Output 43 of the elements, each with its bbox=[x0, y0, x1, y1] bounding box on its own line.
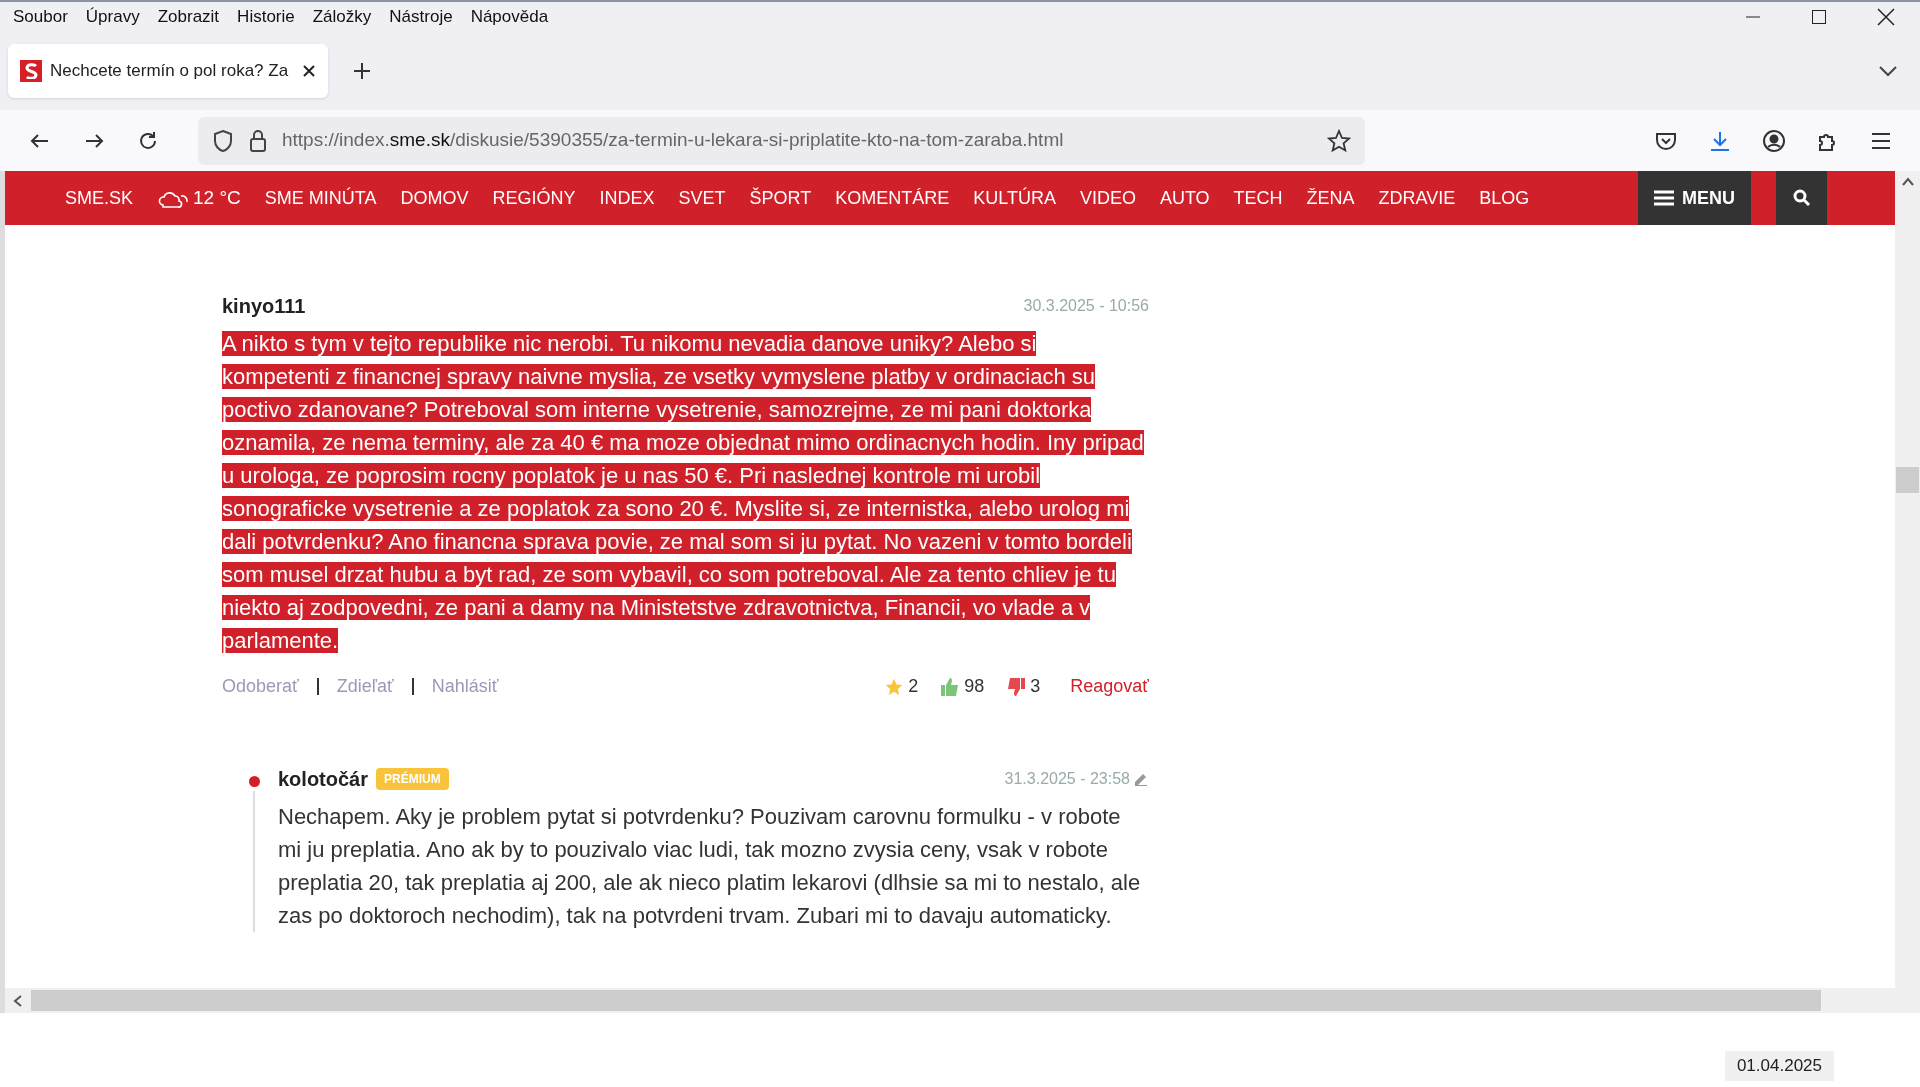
nav-link[interactable]: DOMOV bbox=[400, 184, 469, 212]
nav-link[interactable]: ŠPORT bbox=[749, 184, 812, 212]
nav-link[interactable]: VIDEO bbox=[1079, 184, 1136, 212]
nav-link[interactable]: REGIÓNY bbox=[492, 184, 576, 212]
comment-action-link[interactable]: Nahlásiť bbox=[431, 673, 499, 700]
menu-item[interactable]: Historie bbox=[237, 4, 295, 30]
temperature: 12 °C bbox=[193, 185, 241, 210]
comment-date: 30.3.2025 - 10:56 bbox=[1023, 296, 1149, 316]
menu-item[interactable]: Záložky bbox=[312, 4, 372, 30]
nav-link[interactable]: SME.SK bbox=[65, 184, 134, 212]
date-label: 01.04.2025 bbox=[1724, 1051, 1834, 1081]
nav-link[interactable]: ŽENA bbox=[1306, 184, 1355, 212]
menu-button[interactable]: MENU bbox=[1638, 171, 1751, 225]
nav-link[interactable]: SME MINÚTA bbox=[264, 184, 377, 212]
address-bar[interactable]: https://index.sme.sk/diskusie/5390355/za-termin-u-lekara-si-priplatite-kto-na-tom-zaraba.html bbox=[198, 116, 1365, 165]
nav-link[interactable]: AUTO bbox=[1159, 184, 1210, 212]
url-text: https://index.sme.sk/diskusie/5390355/za-termin-u-lekara-si-priplatite-kto-na-tom-zaraba.html bbox=[282, 128, 1065, 153]
menu-item[interactable]: Nápověda bbox=[470, 4, 549, 30]
comment-text: Nechapem. Aky je problem pytat si potvrdenku? Pouzivam carovnu formulku - v robote mi ju preplatia. Ano ak by to pouzivalo viac ludi, tak mozno zvysia ceny, vsak v robote preplatia 20, tak preplatia aj 200, ale ak nieco platim lekarovi (dlhsie sa mi to nestalo, ale zas po doktoroch nechodim), tak na potvrdeni trvam. Zubari mi to davaju automaticky. bbox=[278, 803, 1142, 930]
nav-link[interactable]: TECH bbox=[1233, 184, 1283, 212]
nav-link[interactable]: SVET bbox=[678, 184, 726, 212]
reply-link[interactable]: Reagovať bbox=[1070, 673, 1149, 700]
dislike-count: 3 bbox=[1030, 675, 1041, 698]
comment-author[interactable]: kinyo111 bbox=[222, 291, 306, 321]
comment-action-link[interactable]: Zdieľať bbox=[336, 673, 394, 700]
comment-action-link[interactable]: Odoberať bbox=[222, 673, 299, 700]
nav-link[interactable]: KOMENTÁRE bbox=[835, 184, 950, 212]
browser-tab[interactable]: Nechcete termín o pol roka? Za bbox=[8, 44, 328, 98]
comment-date: 31.3.2025 - 23:58 bbox=[1004, 769, 1130, 789]
menu-item[interactable]: Soubor bbox=[13, 4, 68, 30]
nav-link[interactable]: ZDRAVIE bbox=[1378, 184, 1456, 212]
nav-link[interactable]: KULTÚRA bbox=[973, 184, 1056, 212]
comment-text: A nikto s tym v tejto republike nic nerobi. Tu nikomu nevadia danove uniky? Alebo si kompetenti z financnej spravy naivne myslia, ze vsetky vymyslene platby v ordinaciach su poctivo zdanovane? Potreboval som interne vysetrenie, samozrejme, ze mi pani doktorka oznamila, ze nema terminy, ale za 40 € ma moze objednat mimo ordinacnych hodin. Iny pripad u urologa, ze poprosim rocny poplatok je u nas 50 €. Pri naslednej kontrole mi urobil sonograficke vysetrenie a ze poplatok za sono 20 €. Myslite si, ze internistka, alebo urolog mi dali potvrdenku? Ano financna sprava povie, ze mal som si ju pytat. No vazeni v tomto bordeli som musel drzat hubu a byt rad, ze som vybavil, co som potreboval. Ale za tento chliev je tu niekto aj zodpovedni, ze pani a damy na Ministetstve zdravotnictva, Financii, vo vlade a v parlamente. bbox=[222, 330, 1145, 655]
star-count: 2 bbox=[908, 675, 919, 698]
like-count: 98 bbox=[964, 675, 985, 698]
menu-item[interactable]: Úpravy bbox=[85, 4, 140, 30]
comment-author[interactable]: kolotočár bbox=[278, 764, 369, 794]
menu-item[interactable]: Zobrazit bbox=[157, 4, 220, 30]
nav-link[interactable]: BLOG bbox=[1479, 184, 1530, 212]
nav-link[interactable]: INDEX bbox=[599, 184, 655, 212]
menu-item[interactable]: Nástroje bbox=[389, 4, 453, 30]
premium-badge: PRÉMIUM bbox=[376, 768, 449, 790]
tab-title: Nechcete termín o pol roka? Za bbox=[50, 60, 290, 83]
